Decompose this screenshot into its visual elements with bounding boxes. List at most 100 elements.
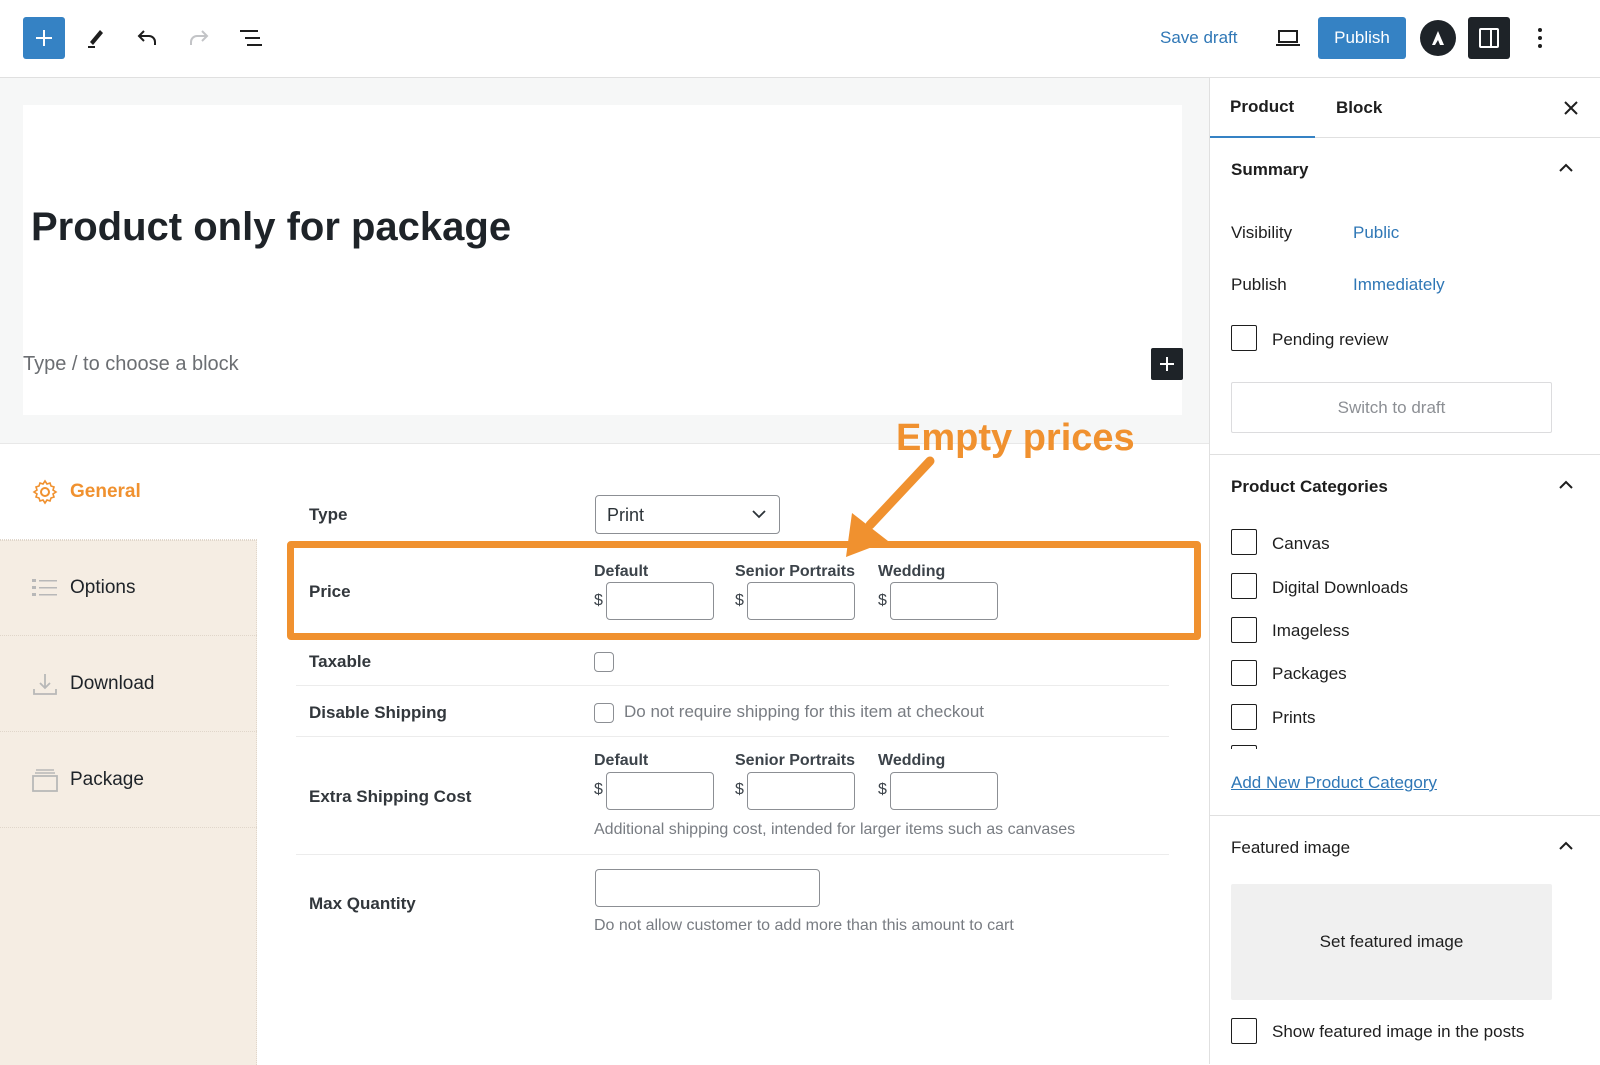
summary-toggle[interactable]: [1556, 158, 1576, 178]
logo-icon: [1432, 31, 1444, 45]
category-checkbox[interactable]: [1231, 617, 1257, 643]
add-block-inline-button[interactable]: [1151, 348, 1183, 380]
undo-icon: [137, 30, 156, 45]
add-block-button[interactable]: [23, 17, 65, 59]
post-title[interactable]: Product only for package: [31, 205, 511, 250]
list-view-button[interactable]: [231, 18, 271, 58]
extra-shipping-wedding-label: Wedding: [878, 752, 946, 769]
divider: [1210, 815, 1600, 816]
tab-general-label: General: [70, 480, 141, 502]
settings-toggle-button[interactable]: [1468, 17, 1510, 59]
tab-options[interactable]: Options: [0, 540, 257, 636]
pending-review-label: Pending review: [1272, 330, 1389, 349]
type-select[interactable]: Print: [595, 495, 780, 534]
add-new-category-link[interactable]: Add New Product Category: [1231, 773, 1437, 793]
sidebar-toggle-icon: [1479, 28, 1499, 48]
currency-symbol: $: [594, 781, 603, 798]
price-senior-portraits-label: Senior Portraits: [735, 563, 856, 580]
pencil-icon: [88, 30, 103, 48]
featured-image-panel-title[interactable]: Featured image: [1231, 838, 1350, 858]
chevron-up-icon: [1559, 841, 1573, 850]
more-options-button[interactable]: [1522, 18, 1558, 58]
categories-toggle[interactable]: [1556, 475, 1576, 495]
close-icon: [1564, 101, 1578, 115]
list-view-icon: [240, 30, 262, 46]
undo-button[interactable]: [127, 18, 167, 58]
tab-download[interactable]: Download: [0, 636, 257, 732]
empty-prices-highlight: [287, 541, 1201, 640]
currency-symbol: $: [594, 592, 603, 609]
post-content-area: Product only for package Type / to choos…: [23, 105, 1183, 415]
categories-panel-title[interactable]: Product Categories: [1231, 477, 1388, 497]
currency-symbol: $: [878, 592, 887, 609]
category-label: Prints: [1272, 708, 1316, 727]
category-checkbox[interactable]: [1231, 529, 1257, 555]
plugin-logo-button[interactable]: [1420, 20, 1456, 56]
gear-icon: [32, 479, 58, 505]
product-meta-box: General Options Download Package Type Pr…: [0, 443, 1209, 1065]
type-label: Type: [309, 505, 348, 524]
show-featured-image-checkbox[interactable]: [1231, 1018, 1257, 1044]
chevron-up-icon: [1559, 163, 1573, 172]
redo-button[interactable]: [179, 18, 219, 58]
taxable-label: Taxable: [309, 652, 372, 671]
tools-button[interactable]: [75, 18, 115, 58]
preview-button[interactable]: [1268, 18, 1308, 58]
switch-to-draft-button[interactable]: Switch to draft: [1231, 382, 1552, 433]
publish-date-link[interactable]: Immediately: [1353, 275, 1445, 295]
chevron-down-icon: [752, 510, 766, 519]
extra-shipping-default-label: Default: [594, 752, 649, 769]
more-vertical-icon: [1538, 28, 1542, 48]
pending-review-checkbox[interactable]: [1231, 325, 1257, 351]
divider: [1210, 454, 1600, 455]
plus-icon: [1160, 357, 1174, 371]
max-quantity-help: Do not allow customer to add more than t…: [594, 917, 1014, 934]
price-default-input[interactable]: [606, 582, 714, 620]
download-icon: [32, 671, 58, 697]
block-placeholder[interactable]: Type / to choose a block: [23, 353, 239, 376]
category-checkbox[interactable]: [1231, 660, 1257, 686]
extra-shipping-senior-portraits-label: Senior Portraits: [735, 752, 856, 769]
currency-symbol: $: [878, 781, 887, 798]
category-checkbox[interactable]: [1231, 704, 1257, 730]
tab-options-label: Options: [70, 577, 136, 598]
chevron-up-icon: [1559, 480, 1573, 489]
max-quantity-input[interactable]: [595, 869, 820, 907]
price-label: Price: [309, 582, 351, 601]
divider: [296, 685, 1169, 686]
category-checkbox[interactable]: [1231, 573, 1257, 599]
sidebar-tabs: Product Block: [1210, 78, 1600, 138]
plus-icon: [36, 30, 52, 46]
category-label: Canvas: [1272, 534, 1330, 553]
list-icon: [32, 575, 58, 601]
tab-general[interactable]: General: [0, 444, 257, 540]
max-quantity-label: Max Quantity: [309, 894, 416, 913]
set-featured-image-button[interactable]: Set featured image: [1231, 884, 1552, 1000]
disable-shipping-checkbox[interactable]: [594, 703, 614, 723]
annotation-label: Empty prices: [896, 417, 1135, 459]
extra-shipping-senior-portraits-input[interactable]: [747, 772, 855, 810]
price-senior-portraits-input[interactable]: [747, 582, 855, 620]
save-draft-button[interactable]: Save draft: [1150, 20, 1248, 56]
visibility-label: Visibility: [1231, 223, 1293, 242]
currency-symbol: $: [735, 781, 744, 798]
category-label: Imageless: [1272, 621, 1350, 640]
close-sidebar-button[interactable]: [1559, 96, 1583, 120]
taxable-checkbox[interactable]: [594, 652, 614, 672]
price-wedding-input[interactable]: [890, 582, 998, 620]
featured-image-toggle[interactable]: [1556, 836, 1576, 856]
visibility-value-link[interactable]: Public: [1353, 223, 1399, 243]
extra-shipping-label: Extra Shipping Cost: [309, 787, 472, 806]
summary-panel-title[interactable]: Summary: [1231, 160, 1308, 180]
extra-shipping-default-input[interactable]: [606, 772, 714, 810]
extra-shipping-wedding-input[interactable]: [890, 772, 998, 810]
tab-package[interactable]: Package: [0, 732, 257, 828]
tab-package-label: Package: [70, 768, 144, 790]
category-checkbox-clipped[interactable]: [1231, 745, 1257, 749]
tab-block[interactable]: Block: [1316, 78, 1402, 138]
redo-icon: [190, 30, 209, 45]
publish-button[interactable]: Publish: [1318, 17, 1406, 59]
divider: [296, 736, 1169, 737]
type-select-value: Print: [607, 505, 645, 525]
tab-product[interactable]: Product: [1210, 78, 1315, 138]
